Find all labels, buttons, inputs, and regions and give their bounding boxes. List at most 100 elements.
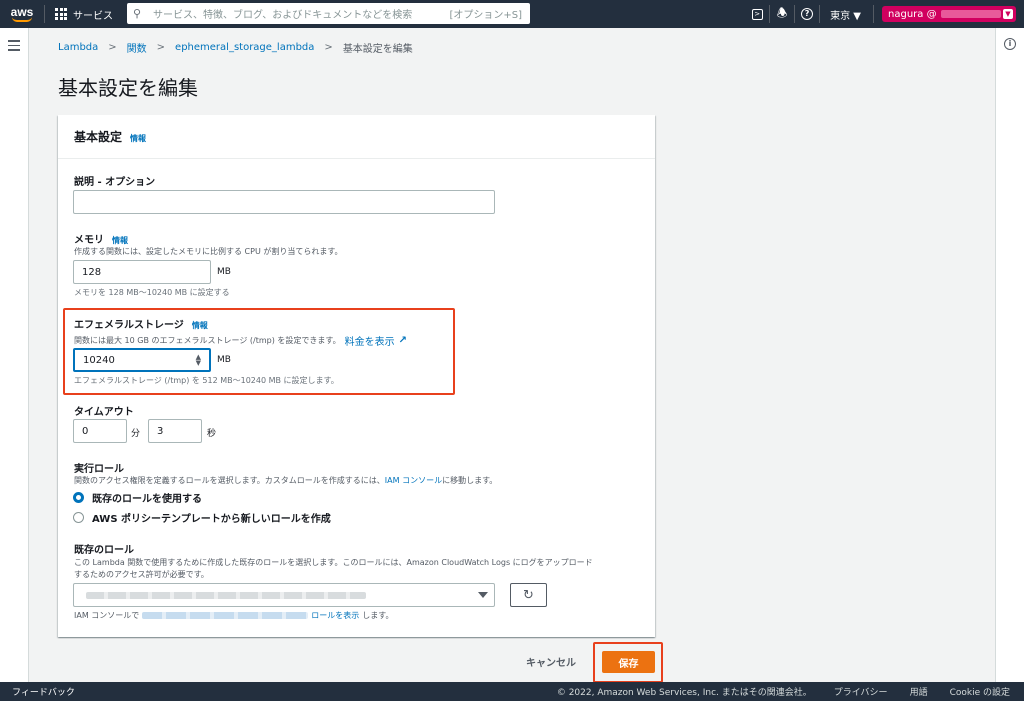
privacy-link[interactable]: プライバシー: [834, 685, 888, 698]
copyright: © 2022, Amazon Web Services, Inc. またはその関…: [556, 688, 812, 698]
pricing-link[interactable]: 料金を表示: [345, 333, 395, 348]
panel-header: 基本設定 情報: [58, 115, 655, 159]
feedback-link[interactable]: フィードバック: [0, 685, 75, 698]
external-link-icon: ↗: [398, 335, 407, 346]
chevron-right-icon: >: [324, 42, 333, 53]
aws-smile-icon: [12, 17, 32, 22]
chevron-down-icon: ▼: [1003, 9, 1013, 19]
ephemeral-constraint: エフェメラルストレージ (/tmp) を 512 MB〜10240 MB に設定…: [74, 376, 339, 385]
iam-console-link[interactable]: IAM コンソール: [385, 476, 442, 485]
existing-role-desc-1: この Lambda 関数で使用するために作成した既存のロールを選択します。このロ…: [74, 558, 593, 567]
seconds-unit: 秒: [207, 429, 217, 439]
description-label-text: 説明 - オプション: [74, 177, 156, 188]
breadcrumb: Lambda > 関数 > ephemeral_storage_lambda >…: [58, 40, 413, 55]
bell-icon: 🕭: [776, 5, 788, 20]
minutes-unit: 分: [131, 429, 141, 439]
refresh-icon: ↻: [523, 587, 534, 603]
save-button[interactable]: 保存: [602, 651, 655, 673]
view-role-link[interactable]: ロールを表示: [311, 610, 359, 621]
ephemeral-value: 10240: [83, 354, 115, 366]
ephemeral-label: エフェメラルストレージ 情報: [74, 316, 208, 331]
memory-constraint: メモリを 128 MB〜10240 MB に設定する: [74, 288, 230, 297]
search-shortcut: [オプション+S]: [449, 10, 522, 21]
breadcrumb-lambda[interactable]: Lambda: [58, 42, 98, 53]
caret-down-icon: [478, 592, 488, 598]
description-label: 説明 - オプション: [74, 173, 155, 188]
timeout-label: タイムアウト: [74, 403, 134, 418]
search-icon: ⚲: [133, 7, 142, 20]
description-input[interactable]: [73, 190, 495, 214]
left-rail: [0, 28, 29, 682]
radio-existing-role[interactable]: 既存のロールを使用する: [73, 490, 202, 505]
aws-logo[interactable]: aws: [0, 0, 44, 28]
cancel-button[interactable]: キャンセル: [520, 654, 582, 669]
account-menu[interactable]: nagura @ ▼: [882, 6, 1016, 22]
top-navigation: aws サービス ⚲ サービス、特徴、ブログ、およびドキュメントなどを検索 [オ…: [0, 0, 1024, 28]
radio-selected-icon[interactable]: [73, 492, 84, 503]
existing-role-select[interactable]: [73, 583, 495, 607]
account-name: nagura @: [888, 8, 937, 20]
view-role-after: します。: [362, 611, 394, 620]
refresh-button[interactable]: ↻: [510, 583, 547, 607]
execution-role-description: 関数のアクセス権限を定義するロールを選択します。カスタムロールを作成するには、I…: [74, 475, 497, 486]
breadcrumb-functions[interactable]: 関数: [127, 40, 147, 55]
memory-description: 作成する関数には、設定したメモリに比例する CPU が割り当てられます。: [74, 247, 343, 256]
chevron-right-icon: >: [156, 42, 166, 53]
services-menu[interactable]: サービス: [45, 0, 123, 28]
timeout-minutes-input[interactable]: 0: [73, 419, 127, 443]
stepper-icon[interactable]: ▲ ▼: [196, 354, 201, 367]
cookie-settings-link[interactable]: Cookie の設定: [950, 685, 1010, 698]
memory-label-text: メモリ: [74, 235, 104, 246]
execution-role-label: 実行ロール: [74, 460, 124, 475]
redacted-role-name: [86, 592, 366, 599]
help-button[interactable]: ?: [795, 0, 819, 28]
search-placeholder: サービス、特徴、ブログ、およびドキュメントなどを検索: [153, 10, 413, 21]
panel-info-link[interactable]: 情報: [130, 133, 146, 144]
chevron-right-icon: >: [108, 42, 117, 53]
existing-role-label-text: 既存のロール: [74, 545, 134, 556]
view-role-row: IAM コンソールで ロールを表示 します。: [74, 610, 393, 621]
terms-link[interactable]: 用語: [910, 685, 928, 698]
menu-icon[interactable]: [8, 40, 20, 54]
cloudshell-button[interactable]: >: [745, 0, 769, 28]
execution-role-desc-before: 関数のアクセス権限を定義するロールを選択します。カスタムロールを作成するには、: [74, 476, 385, 485]
grid-icon: [55, 8, 67, 20]
memory-input[interactable]: 128: [73, 260, 211, 284]
search-input[interactable]: ⚲ サービス、特徴、ブログ、およびドキュメントなどを検索 [オプション+S]: [127, 3, 530, 24]
region-selector[interactable]: 東京 ▼: [820, 7, 873, 22]
ephemeral-description: 関数には最大 10 GB のエフェメラルストレージ (/tmp) を設定できます…: [74, 336, 341, 345]
footer-right: © 2022, Amazon Web Services, Inc. またはその関…: [557, 685, 1024, 698]
right-rail: i: [995, 28, 1024, 682]
page-title: 基本設定を編集: [58, 76, 198, 100]
redacted-role-link[interactable]: [142, 612, 309, 619]
radio-existing-label: 既存のロールを使用する: [92, 494, 202, 505]
account-id-redacted: [940, 10, 1001, 18]
ephemeral-unit: MB: [217, 355, 231, 365]
execution-role-desc-after: に移動します。: [442, 476, 498, 485]
ephemeral-info-link[interactable]: 情報: [192, 320, 208, 331]
timeout-seconds-input[interactable]: 3: [148, 419, 202, 443]
execution-role-label-text: 実行ロール: [74, 464, 124, 475]
existing-role-desc-2: するためのアクセス許可が必要です。: [74, 570, 209, 579]
info-icon[interactable]: i: [1004, 38, 1016, 50]
breadcrumb-function-name[interactable]: ephemeral_storage_lambda: [175, 42, 314, 53]
memory-label: メモリ 情報: [74, 231, 128, 246]
nav-right: > 🕭 ? 東京 ▼ nagura @ ▼: [745, 0, 1024, 28]
radio-template-role[interactable]: AWS ポリシーテンプレートから新しいロールを作成: [73, 510, 331, 525]
ephemeral-storage-input[interactable]: 10240 ▲ ▼: [73, 348, 211, 372]
ephemeral-label-text: エフェメラルストレージ: [74, 320, 184, 331]
services-label: サービス: [73, 10, 113, 22]
memory-unit: MB: [217, 267, 231, 277]
nav-divider: [873, 5, 874, 23]
memory-info-link[interactable]: 情報: [112, 235, 128, 246]
radio-unselected-icon[interactable]: [73, 512, 84, 523]
terminal-icon: >: [751, 8, 763, 20]
timeout-label-text: タイムアウト: [74, 407, 134, 418]
notifications-button[interactable]: 🕭: [770, 0, 794, 28]
radio-template-label: AWS ポリシーテンプレートから新しいロールを作成: [92, 514, 331, 525]
footer: フィードバック © 2022, Amazon Web Services, Inc…: [0, 682, 1024, 701]
breadcrumb-current: 基本設定を編集: [342, 44, 413, 55]
ephemeral-description-row: 関数には最大 10 GB のエフェメラルストレージ (/tmp) を設定できます…: [74, 333, 407, 348]
panel-title: 基本設定: [74, 130, 123, 144]
view-role-before: IAM コンソールで: [74, 611, 140, 620]
